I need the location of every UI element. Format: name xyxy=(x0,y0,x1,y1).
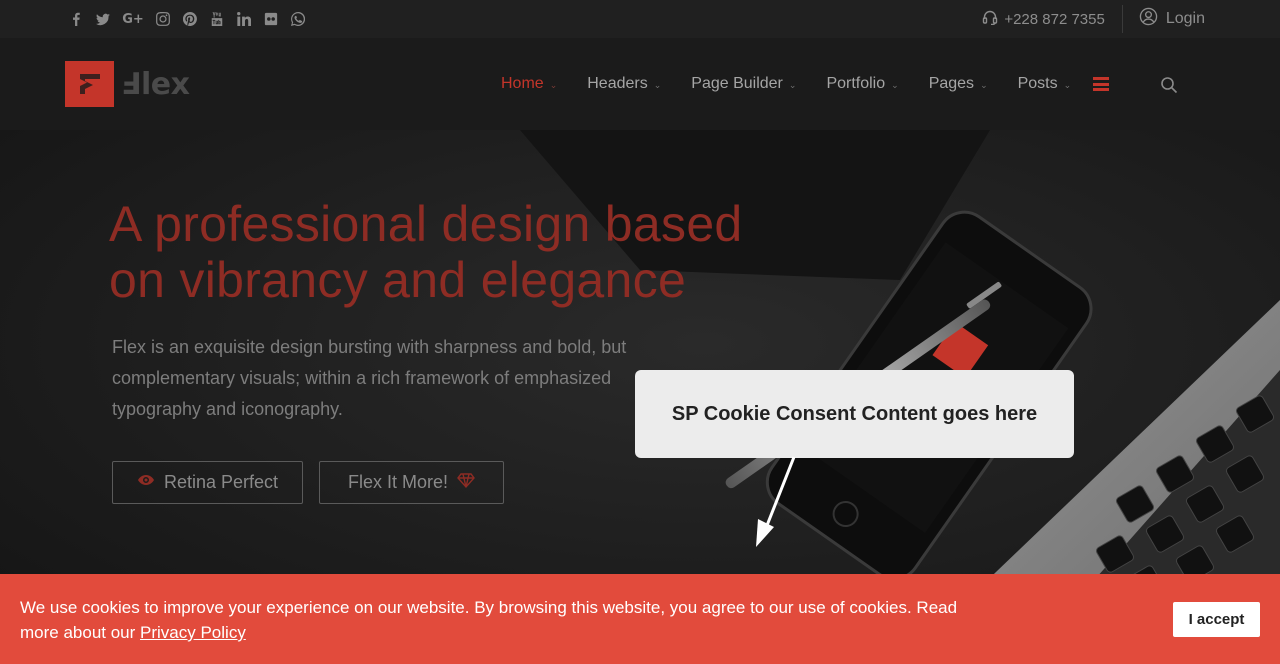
privacy-policy-link[interactable]: Privacy Policy xyxy=(140,623,246,642)
retina-perfect-button[interactable]: Retina Perfect xyxy=(112,461,303,504)
nav-item-page-builder[interactable]: Page Builder ⌄ xyxy=(691,75,796,93)
twitter-icon[interactable] xyxy=(95,11,111,27)
nav-item-posts[interactable]: Posts ⌄ xyxy=(1018,75,1072,93)
nav-label: Posts xyxy=(1017,75,1058,92)
nav-item-portfolio[interactable]: Portfolio ⌄ xyxy=(826,75,898,93)
login-label: Login xyxy=(1165,10,1205,27)
logo-wordmark: Ⅎlex xyxy=(121,66,190,102)
search-icon[interactable] xyxy=(1160,76,1178,94)
hero-subtext: Flex is an exquisite design bursting wit… xyxy=(112,337,627,419)
logo-mark-icon xyxy=(65,61,114,107)
pinterest-icon[interactable] xyxy=(182,11,198,27)
button-label: Flex It More! xyxy=(347,472,449,492)
whatsapp-icon[interactable] xyxy=(290,11,306,27)
nav-item-headers[interactable]: Headers ⌄ xyxy=(587,75,661,93)
google-plus-icon[interactable]: G+ xyxy=(122,11,144,27)
chevron-down-icon: ⌄ xyxy=(1063,80,1072,90)
hero-headline: A professional design based on vibrancy … xyxy=(109,196,743,308)
cookie-consent-callout: SP Cookie Consent Content goes here xyxy=(635,370,1074,458)
arrow-icon xyxy=(756,456,796,547)
chevron-down-icon: ⌄ xyxy=(891,80,899,90)
login-link[interactable]: Login xyxy=(1123,7,1205,31)
linkedin-icon[interactable] xyxy=(236,11,252,27)
nav-item-home[interactable]: Home ⌄ xyxy=(501,75,557,93)
main-nav: Home ⌄ Headers ⌄ Page Builder ⌄ Portfolio ⌄ … xyxy=(501,38,1101,130)
button-label: Retina Perfect xyxy=(163,472,279,492)
user-icon xyxy=(1139,7,1158,31)
nav-label: Pages xyxy=(928,75,975,92)
headset-icon xyxy=(982,9,998,29)
chevron-down-icon: ⌄ xyxy=(549,80,558,90)
flickr-icon[interactable] xyxy=(263,11,279,27)
instagram-icon[interactable] xyxy=(155,11,171,27)
menu-icon[interactable] xyxy=(1093,77,1109,91)
callout-text: SP Cookie Consent Content goes here xyxy=(671,402,1038,425)
social-links: G+ xyxy=(68,0,306,38)
chevron-down-icon: ⌄ xyxy=(653,80,662,90)
nav-label: Home xyxy=(501,75,544,92)
facebook-icon[interactable] xyxy=(68,11,84,27)
cookie-consent-bar: We use cookies to improve your experienc… xyxy=(0,574,1280,664)
eye-icon xyxy=(137,471,155,494)
phone-contact[interactable]: +228 872 7355 xyxy=(982,5,1123,33)
youtube-icon[interactable] xyxy=(209,11,225,27)
nav-label: Headers xyxy=(587,75,648,92)
nav-label: Page Builder xyxy=(691,75,783,92)
cookie-message: We use cookies to improve your experienc… xyxy=(20,598,958,642)
site-logo[interactable]: Ⅎlex xyxy=(65,61,190,107)
nav-label: Portfolio xyxy=(826,75,886,92)
chevron-down-icon: ⌄ xyxy=(788,80,797,90)
phone-number: +228 872 7355 xyxy=(1004,10,1105,28)
accept-cookies-button[interactable]: I accept xyxy=(1173,602,1260,637)
top-bar: G+ +228 872 7355 Login xyxy=(0,0,1280,38)
top-contact: +228 872 7355 Login xyxy=(982,0,1205,38)
chevron-down-icon: ⌄ xyxy=(980,80,988,90)
flex-it-more-button[interactable]: Flex It More! xyxy=(319,461,504,504)
diamond-icon xyxy=(457,471,475,494)
nav-item-pages[interactable]: Pages ⌄ xyxy=(929,75,988,93)
site-header: Ⅎlex Home ⌄ Headers ⌄ Page Builder ⌄ Portfo… xyxy=(0,38,1280,130)
